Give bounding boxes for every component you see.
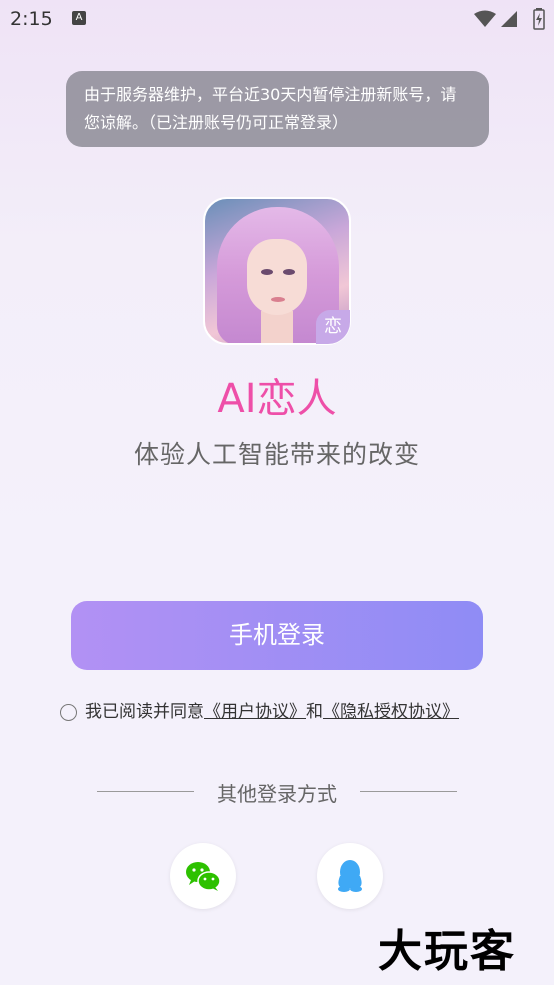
- status-time: 2:15: [10, 8, 53, 30]
- maintenance-notice: 由于服务器维护，平台近30天内暂停注册新账号，请您谅解。（已注册账号仍可正常登录…: [66, 71, 489, 147]
- other-login-label: 其他登录方式: [217, 782, 337, 806]
- avatar-badge: 恋: [316, 310, 350, 344]
- agreement-conjunction: 和: [306, 702, 323, 722]
- user-agreement-link[interactable]: 《用户协议》: [204, 702, 306, 722]
- app-title: AI恋人: [217, 376, 337, 422]
- avatar-eye-left: [261, 269, 273, 275]
- avatar-lips: [271, 297, 285, 302]
- wechat-icon: [186, 862, 221, 891]
- notification-icon: A: [72, 11, 86, 25]
- avatar-face: [247, 239, 307, 315]
- app-subtitle: 体验人工智能带来的改变: [133, 440, 420, 469]
- phone-login-button[interactable]: 手机登录: [71, 601, 483, 670]
- wechat-login-button[interactable]: [170, 843, 236, 909]
- avatar-eye-right: [283, 269, 295, 275]
- qq-icon: [338, 860, 362, 892]
- wifi-icon: [474, 10, 496, 27]
- avatar-neck: [261, 311, 293, 343]
- qq-login-button[interactable]: [317, 843, 383, 909]
- agreement-prefix: 我已阅读并同意: [85, 702, 204, 722]
- signal-icon: [501, 11, 517, 27]
- divider-right: [360, 791, 457, 792]
- status-bar: 2:15 A: [0, 0, 554, 40]
- privacy-agreement-link[interactable]: 《隐私授权协议》: [323, 702, 459, 722]
- watermark-logo: 大玩客: [378, 926, 516, 977]
- agreement-row: 我已阅读并同意《用户协议》和《隐私授权协议》: [60, 697, 459, 722]
- battery-icon: [533, 8, 545, 30]
- agreement-radio[interactable]: [60, 703, 77, 721]
